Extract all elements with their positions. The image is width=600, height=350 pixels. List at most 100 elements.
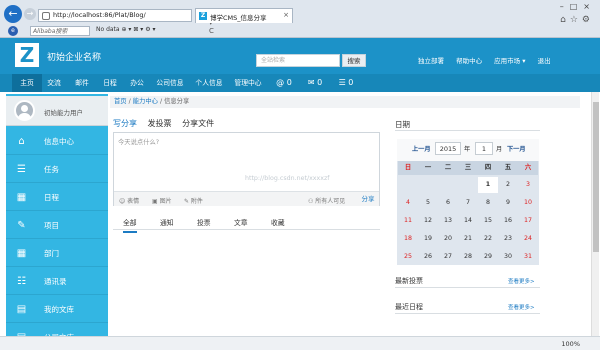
feed-tab-all[interactable]: 全部 — [123, 217, 137, 233]
prev-month-button[interactable]: 上一月 — [412, 144, 431, 153]
header-link-help[interactable]: 帮助中心 — [456, 57, 482, 65]
calendar-day[interactable]: 13 — [438, 213, 458, 229]
sidebar-item-contacts[interactable]: ☷ 通讯录 — [6, 267, 108, 295]
notices-badge[interactable]: ☰ 0 — [334, 74, 358, 92]
calendar-day[interactable]: 20 — [438, 231, 458, 247]
sidebar-item-projects[interactable]: ✎ 项目 — [6, 211, 108, 239]
schedule-more-link[interactable]: 查看更多> — [508, 303, 535, 311]
calendar-day[interactable]: 3 — [518, 177, 538, 193]
nav-item-exchange[interactable]: 交流 — [42, 74, 66, 92]
calendar-day[interactable]: 30 — [498, 249, 518, 265]
calendar-day[interactable]: 24 — [518, 231, 538, 247]
toolbar-search-input[interactable]: Alibaba搜索 — [30, 26, 90, 36]
attachment-button[interactable]: ✎ 附件 — [184, 196, 203, 205]
sidebar-item-departments[interactable]: ▦ 部门 — [6, 239, 108, 267]
toolbar-logo-icon[interactable]: e — [8, 26, 18, 36]
nav-item-mail[interactable]: 邮件 — [70, 74, 94, 92]
calendar-day[interactable]: 10 — [518, 195, 538, 211]
avatar-body — [18, 113, 31, 119]
calendar-day[interactable]: 14 — [458, 213, 478, 229]
tab-post-vote[interactable]: 发投票 — [148, 119, 172, 128]
user-name: 初始能力用户 — [44, 109, 83, 117]
nav-item-company[interactable]: 公司信息 — [153, 74, 187, 92]
nav-item-personal[interactable]: 个人信息 — [192, 74, 226, 92]
calendar-empty-cell — [438, 177, 458, 193]
site-search-button[interactable]: 搜索 — [342, 54, 366, 67]
sidebar-item-label: 信息中心 — [44, 137, 74, 146]
next-month-button[interactable]: 下一月 — [507, 144, 526, 153]
vertical-scrollbar[interactable] — [591, 92, 599, 336]
sidebar-item-label: 通讯录 — [44, 277, 67, 286]
calendar-day[interactable]: 1 — [478, 177, 498, 193]
calendar-day[interactable]: 12 — [418, 213, 438, 229]
nav-item-home[interactable]: 主页 — [12, 74, 42, 92]
calendar-weekday: 四 — [478, 161, 498, 175]
calendar-day[interactable]: 9 — [498, 195, 518, 211]
calendar-day[interactable]: 18 — [398, 231, 418, 247]
calendar-day[interactable]: 21 — [458, 231, 478, 247]
nav-item-office[interactable]: 办公 — [125, 74, 149, 92]
month-field[interactable]: 1 — [475, 142, 493, 155]
sidebar-item-my-library[interactable]: ▤ 我的文库 — [6, 295, 108, 323]
calendar-day[interactable]: 28 — [458, 249, 478, 265]
calendar-day[interactable]: 2 — [498, 177, 518, 193]
zoom-level[interactable]: 100% — [561, 340, 580, 348]
feed-tab-notice[interactable]: 通知 — [160, 217, 174, 227]
calendar-day[interactable]: 22 — [478, 231, 498, 247]
header-link-logout[interactable]: 退出 — [538, 57, 551, 65]
breadcrumb-ability[interactable]: 能力中心 — [133, 98, 158, 105]
address-bar[interactable]: http://localhost:86/Plat/Blog/ ρ ▾ C — [38, 9, 214, 35]
window-controls[interactable]: –□× — [560, 2, 596, 11]
messages-badge[interactable]: ✉ 0 — [303, 74, 327, 92]
feed-tab-vote[interactable]: 投票 — [197, 217, 211, 227]
tab-share-file[interactable]: 分享文件 — [182, 119, 214, 128]
calendar-day[interactable]: 5 — [418, 195, 438, 211]
calendar-day[interactable]: 4 — [398, 195, 418, 211]
calendar-day[interactable]: 16 — [498, 213, 518, 229]
nav-item-schedule[interactable]: 日程 — [98, 74, 122, 92]
calendar-day[interactable]: 23 — [498, 231, 518, 247]
votes-more-link[interactable]: 查看更多> — [508, 277, 535, 285]
sidebar-item-schedule[interactable]: ▦ 日程 — [6, 183, 108, 211]
scrollbar-thumb[interactable] — [593, 102, 599, 252]
user-profile[interactable]: 初始能力用户 — [6, 96, 108, 126]
breadcrumb-home[interactable]: 首页 — [114, 98, 127, 105]
calendar-day[interactable]: 17 — [518, 213, 538, 229]
calendar-day[interactable]: 31 — [518, 249, 538, 265]
tab-write-share[interactable]: 写分享 — [113, 119, 137, 128]
calendar-day[interactable]: 29 — [478, 249, 498, 265]
sidebar-item-tasks[interactable]: ☰ 任务 — [6, 155, 108, 183]
app-header: Z 初始企业名称 全站检索 搜索 独立部署 帮助中心 应用市场 ▾ 退出 — [0, 38, 600, 74]
feed-tab-favorite[interactable]: 收藏 — [271, 217, 285, 227]
year-field[interactable]: 2015 — [435, 142, 461, 155]
tab-close-icon[interactable]: × — [283, 11, 289, 19]
calendar-day[interactable]: 11 — [398, 213, 418, 229]
back-arrow-icon[interactable]: ← — [4, 5, 22, 23]
share-button[interactable]: 分享 — [357, 192, 379, 207]
calendar-day[interactable]: 19 — [418, 231, 438, 247]
calendar-day[interactable]: 6 — [438, 195, 458, 211]
logo[interactable]: Z — [15, 43, 39, 67]
toolbar-items[interactable]: No data ⊕ ▾ ⊠ ▾ ⚙ ▾ — [96, 26, 156, 33]
image-button[interactable]: ▣ 图片 — [152, 196, 172, 205]
site-search-input[interactable]: 全站检索 — [256, 54, 340, 67]
calendar-empty-cell — [398, 177, 418, 193]
mentions-badge[interactable]: @ 0 — [272, 74, 296, 92]
header-link-deploy[interactable]: 独立部署 — [418, 57, 444, 65]
browser-tab[interactable]: Z 博学CMS_信息分享 × — [195, 8, 293, 23]
visibility-select[interactable]: ⚇ 所有人可见 — [308, 196, 345, 205]
calendar-day[interactable]: 27 — [438, 249, 458, 265]
compose-editor[interactable]: 今天说点什么? ☺ 表情 ▣ 图片 ✎ 附件 ⚇ 所有人可见 分享 — [113, 132, 380, 206]
calendar-day[interactable]: 15 — [478, 213, 498, 229]
calendar-day[interactable]: 7 — [458, 195, 478, 211]
forward-arrow-icon[interactable]: → — [24, 8, 36, 20]
feed-tab-article[interactable]: 文章 — [234, 217, 248, 227]
calendar-day[interactable]: 25 — [398, 249, 418, 265]
sidebar-item-info[interactable]: ⌂ 信息中心 — [6, 127, 108, 155]
nav-item-admin[interactable]: 管理中心 — [231, 74, 265, 92]
calendar-day[interactable]: 26 — [418, 249, 438, 265]
avatar[interactable] — [14, 100, 35, 121]
emoji-button[interactable]: ☺ 表情 — [119, 196, 139, 205]
calendar-day[interactable]: 8 — [478, 195, 498, 211]
header-link-market[interactable]: 应用市场 ▾ — [494, 57, 525, 65]
